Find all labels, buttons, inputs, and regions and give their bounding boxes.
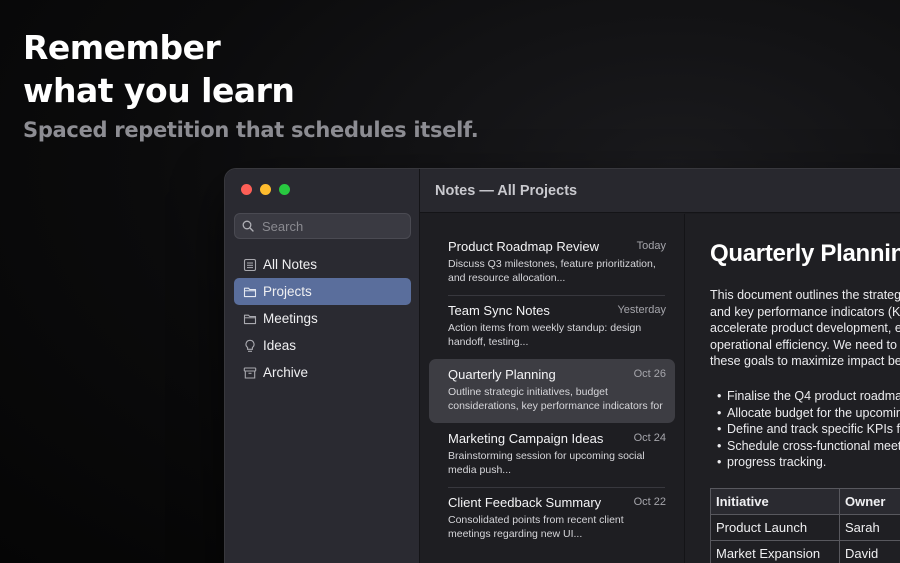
table-cell: David bbox=[839, 539, 900, 563]
note-date: Oct 26 bbox=[633, 368, 666, 380]
hero-title-line1: Remember bbox=[23, 28, 221, 67]
archive-icon bbox=[243, 366, 257, 379]
sidebar-item-label: Meetings bbox=[263, 311, 318, 326]
list-item[interactable]: Product Roadmap Review Today Discuss Q3 … bbox=[429, 231, 675, 295]
note-preview: Brainstorming session for upcoming socia… bbox=[448, 450, 645, 476]
table-header-cell: Initiative bbox=[710, 487, 840, 515]
search-icon bbox=[242, 220, 254, 232]
notes-list: Product Roadmap Review Today Discuss Q3 … bbox=[429, 231, 675, 551]
sidebar-item-label: Projects bbox=[263, 284, 312, 299]
table-cell: Sarah bbox=[839, 513, 900, 541]
bullet-item: Schedule cross-functional meeti bbox=[710, 438, 900, 455]
sidebar-nav: All Notes Projects Meetings Ideas Archiv… bbox=[234, 251, 411, 386]
table-row: Market Expansion David bbox=[710, 539, 900, 563]
hero-title-line2: what you learn bbox=[23, 71, 295, 110]
list-item[interactable]: Client Feedback Summary Oct 22 Consolida… bbox=[429, 487, 675, 551]
window-titlebar: Notes — All Projects bbox=[420, 169, 900, 213]
sidebar-item-label: Archive bbox=[263, 365, 309, 380]
list-item[interactable]: Team Sync Notes Yesterday Action items f… bbox=[429, 295, 675, 359]
sidebar: All Notes Projects Meetings bbox=[225, 169, 420, 563]
folder-icon bbox=[243, 314, 257, 324]
document-paragraph-line: these goals to maximize impact be bbox=[710, 354, 900, 369]
table-header-row: Initiative Owner bbox=[710, 487, 900, 515]
bullet-item-continued: progress tracking. bbox=[710, 454, 900, 471]
document-pane[interactable]: Quarterly Planning This document outline… bbox=[684, 214, 900, 563]
notes-icon bbox=[243, 258, 257, 271]
document-paragraph-line: This document outlines the strateg bbox=[710, 288, 900, 302]
note-date: Today bbox=[636, 240, 666, 252]
document-paragraph-line: accelerate product development, e bbox=[710, 321, 900, 336]
minimize-window-button[interactable] bbox=[260, 184, 271, 195]
search-input[interactable] bbox=[262, 218, 402, 234]
document-paragraph-line: operational efficiency. We need to bbox=[710, 337, 897, 352]
note-preview: Outline strategic initiatives, budget co… bbox=[448, 386, 663, 412]
hero-subtitle: Spaced repetition that schedules itself. bbox=[23, 118, 479, 142]
sidebar-item-label: All Notes bbox=[263, 257, 318, 272]
bullet-item: Finalise the Q4 product roadmap bbox=[710, 388, 900, 405]
window-controls bbox=[241, 184, 290, 195]
document-body: This document outlines the strateg and k… bbox=[710, 287, 900, 370]
sidebar-item-projects[interactable]: Projects bbox=[234, 278, 411, 305]
sidebar-item-meetings[interactable]: Meetings bbox=[234, 305, 411, 332]
list-item-selected[interactable]: Quarterly Planning Oct 26 Outline strate… bbox=[429, 359, 675, 423]
document-table: Initiative Owner Product Launch Sarah Ma… bbox=[710, 487, 900, 563]
note-title: Product Roadmap Review bbox=[448, 239, 600, 254]
note-preview: Discuss Q3 milestones, feature prioritiz… bbox=[448, 258, 656, 284]
sidebar-item-ideas[interactable]: Ideas bbox=[234, 332, 411, 359]
sidebar-item-label: Ideas bbox=[263, 338, 297, 353]
folder-icon bbox=[243, 287, 257, 297]
zoom-window-button[interactable] bbox=[279, 184, 290, 195]
window-title: Notes — All Projects bbox=[435, 182, 578, 199]
list-item[interactable]: Marketing Campaign Ideas Oct 24 Brainsto… bbox=[429, 423, 675, 487]
table-cell: Product Launch bbox=[710, 513, 840, 541]
note-date: Yesterday bbox=[617, 304, 666, 316]
note-date: Oct 24 bbox=[633, 432, 666, 444]
document-bullet-list: Finalise the Q4 product roadmap Allocate… bbox=[710, 388, 900, 471]
search-box[interactable] bbox=[234, 213, 411, 239]
note-preview: Action items from weekly standup: design… bbox=[448, 322, 642, 348]
sidebar-item-all-notes[interactable]: All Notes bbox=[234, 251, 411, 278]
bullet-item: Define and track specific KPIs fo bbox=[710, 421, 900, 438]
note-preview: Consolidated points from recent client m… bbox=[448, 514, 624, 540]
table-header-cell: Owner bbox=[839, 487, 900, 515]
document-paragraph-line: and key performance indicators (K bbox=[710, 304, 900, 319]
lightbulb-icon bbox=[245, 339, 255, 352]
document-title: Quarterly Planning bbox=[710, 240, 900, 267]
document-content: Quarterly Planning This document outline… bbox=[710, 240, 900, 563]
hero-title: Remember what you learn bbox=[23, 26, 478, 112]
hero: Remember what you learn Spaced repetitio… bbox=[23, 26, 479, 142]
table-row: Product Launch Sarah bbox=[710, 513, 900, 541]
sidebar-item-archive[interactable]: Archive bbox=[234, 359, 411, 386]
close-window-button[interactable] bbox=[241, 184, 252, 195]
app-window: All Notes Projects Meetings bbox=[225, 169, 900, 563]
bullet-item: Allocate budget for the upcoming bbox=[710, 405, 900, 422]
table-cell: Market Expansion bbox=[710, 539, 840, 563]
note-date: Oct 22 bbox=[633, 496, 666, 508]
